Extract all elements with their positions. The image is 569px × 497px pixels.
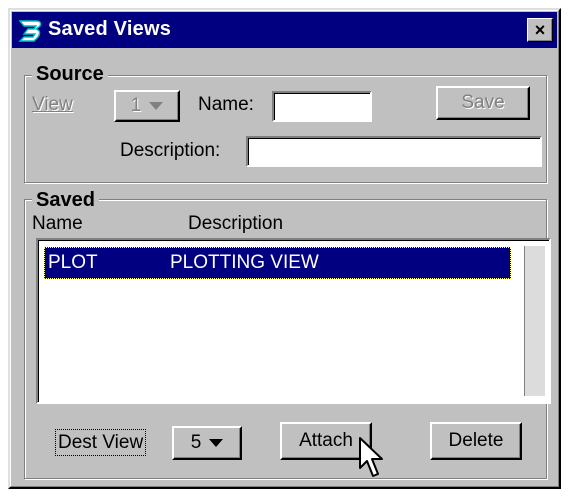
name-field[interactable] (272, 91, 372, 122)
dest-view-label-text: Dest View (54, 429, 147, 456)
delete-button[interactable]: Delete (430, 422, 522, 460)
view-dropdown[interactable]: 1 (114, 90, 180, 122)
name-label: Name: (198, 94, 254, 116)
description-label-text: Description: (120, 140, 221, 161)
bentley-b-icon (18, 20, 42, 42)
window-title: Saved Views (48, 18, 172, 40)
delete-button-label: Delete (448, 430, 504, 451)
view-label-text: View (32, 94, 73, 115)
row-description: PLOTTING VIEW (170, 252, 319, 273)
source-legend: Source (32, 64, 108, 84)
saved-legend: Saved (32, 190, 99, 210)
saved-views-dialog: Saved Views × Source View 1 Name: Save D… (8, 8, 561, 489)
name-label-text: Name: (198, 94, 254, 115)
mouse-pointer-icon (359, 437, 383, 477)
view-dropdown-value: 1 (130, 95, 142, 116)
save-button-label: Save (461, 92, 505, 113)
close-button[interactable]: × (527, 18, 553, 42)
view-label: View (32, 94, 73, 116)
row-name: PLOT (48, 252, 98, 273)
description-field[interactable] (246, 136, 542, 167)
save-button[interactable]: Save (436, 86, 530, 120)
vertical-scrollbar[interactable] (524, 246, 545, 396)
chevron-down-icon (149, 101, 164, 110)
list-item[interactable]: PLOT PLOTTING VIEW (44, 247, 511, 279)
column-header-name: Name (32, 213, 83, 234)
close-icon: × (534, 20, 546, 40)
title-bar[interactable]: Saved Views × (12, 12, 557, 48)
dest-view-dropdown[interactable]: 5 (172, 426, 242, 460)
saved-views-list[interactable]: PLOT PLOTTING VIEW (36, 238, 551, 404)
column-header-description: Description (188, 213, 284, 234)
dest-view-value: 5 (190, 432, 202, 453)
chevron-down-icon (209, 438, 224, 447)
description-label: Description: (120, 140, 220, 162)
attach-button-label: Attach (299, 430, 353, 451)
dest-view-label: Dest View (54, 429, 147, 456)
